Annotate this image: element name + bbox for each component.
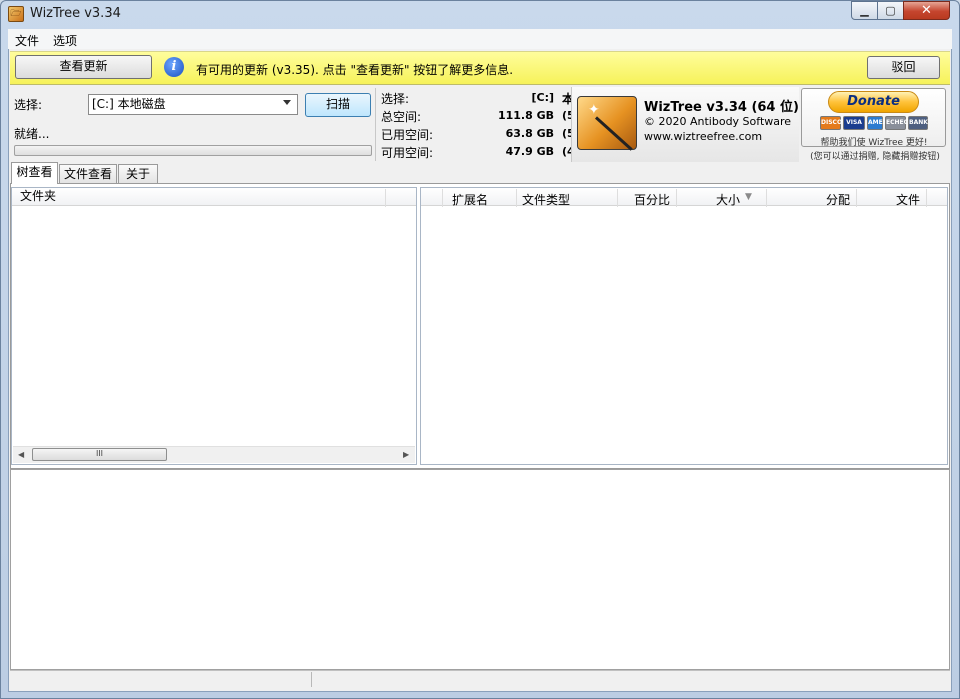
stat-free-value: 47.9 GB [480, 145, 554, 158]
maximize-button[interactable]: ▢ [877, 1, 904, 20]
tab-file-view[interactable]: 文件查看 [59, 164, 117, 183]
file-type-pane[interactable] [420, 187, 948, 465]
file-type-header-row [421, 188, 947, 206]
col-size[interactable]: 大小 [716, 191, 740, 208]
echeck-icon: ECHECK [885, 116, 906, 130]
scan-progress-bar [14, 145, 372, 156]
column-separator[interactable] [676, 189, 677, 207]
menu-bar [8, 29, 952, 49]
sparkle-icon: ✦ [588, 104, 600, 116]
discover-card-icon: DISCOVER [820, 116, 841, 130]
column-separator[interactable] [516, 189, 517, 207]
status-bar-divider [311, 672, 312, 687]
scrollbar-grip: III [96, 449, 103, 458]
scan-button[interactable]: 扫描 [305, 93, 371, 117]
chevron-down-icon[interactable] [283, 100, 291, 105]
close-button[interactable]: ✕ [903, 1, 950, 20]
wiztree-app-icon[interactable]: 🗁 [8, 6, 24, 22]
menu-options[interactable]: 选项 [53, 32, 77, 49]
column-separator[interactable] [385, 189, 386, 207]
bank-icon: BANK [908, 116, 928, 130]
folder-header-label: 文件夹 [20, 189, 56, 203]
col-percent[interactable]: 百分比 [634, 191, 670, 208]
col-extension[interactable]: 扩展名 [452, 191, 488, 208]
column-separator[interactable] [766, 189, 767, 207]
maximize-icon: ▢ [885, 4, 895, 17]
column-separator[interactable] [926, 189, 927, 207]
minimize-icon: ▁ [860, 4, 868, 17]
col-files[interactable]: 文件 [896, 191, 920, 208]
wiztree-logo[interactable] [577, 96, 637, 150]
amex-card-icon: AMEX [867, 116, 883, 130]
about-title: WizTree v3.34 (64 位) [644, 96, 799, 115]
window-title: WizTree v3.34 [30, 6, 121, 21]
drive-select-value: [C:] 本地磁盘 [92, 97, 166, 111]
column-separator[interactable] [617, 189, 618, 207]
scrollbar-thumb[interactable]: III [32, 448, 167, 461]
about-url-link[interactable]: www.wiztreefree.com [644, 130, 762, 143]
stat-select-value: [C:] [480, 91, 554, 104]
visa-card-icon: VISA [843, 116, 865, 130]
minimize-button[interactable]: ▁ [851, 1, 878, 20]
stat-used-label: 已用空间: [381, 126, 433, 143]
panel-divider [375, 88, 376, 161]
tab-about[interactable]: 关于 [118, 164, 158, 183]
close-icon: ✕ [921, 3, 932, 18]
drive-select[interactable]: [C:] 本地磁盘 [88, 94, 298, 115]
stat-total-value: 111.8 GB [480, 109, 554, 122]
app-icon-glyph: 🗁 [10, 9, 21, 19]
info-icon: i [164, 57, 184, 77]
column-separator[interactable] [442, 189, 443, 207]
tab-tree-view[interactable]: 树查看 [11, 162, 58, 184]
title-bar[interactable] [0, 0, 960, 28]
stat-free-label: 可用空间: [381, 144, 433, 161]
dismiss-button[interactable]: 驳回 [867, 56, 940, 79]
stat-total-label: 总空间: [381, 108, 421, 125]
col-allocated[interactable]: 分配 [826, 191, 850, 208]
menu-file[interactable]: 文件 [15, 32, 39, 49]
select-label: 选择: [14, 96, 42, 113]
stat-used-value: 63.8 GB [480, 127, 554, 140]
column-separator[interactable] [856, 189, 857, 207]
folder-column-header[interactable]: 文件夹 [12, 188, 416, 206]
status-text: 就绪... [14, 125, 49, 142]
scroll-left-icon[interactable]: ◀ [18, 450, 24, 459]
update-message: 有可用的更新 (v3.35). 点击 "查看更新" 按钮了解更多信息. [196, 61, 513, 78]
hide-donate-caption: (您可以通过捐赠, 隐藏捐赠按钮) [800, 149, 950, 162]
donate-button[interactable]: Donate [828, 91, 919, 113]
folder-tree-pane[interactable] [11, 187, 417, 465]
check-update-button[interactable]: 查看更新 [15, 55, 152, 79]
about-copyright: © 2020 Antibody Software [644, 115, 791, 128]
status-bar [10, 670, 950, 688]
scroll-right-icon[interactable]: ▶ [403, 450, 409, 459]
stat-select-label: 选择: [381, 90, 409, 107]
treemap-area[interactable] [10, 469, 950, 670]
sort-descending-icon: ▼ [745, 192, 752, 202]
donate-caption: 帮助我们使 WizTree 更好! [808, 135, 940, 148]
col-file-type[interactable]: 文件类型 [522, 191, 570, 208]
